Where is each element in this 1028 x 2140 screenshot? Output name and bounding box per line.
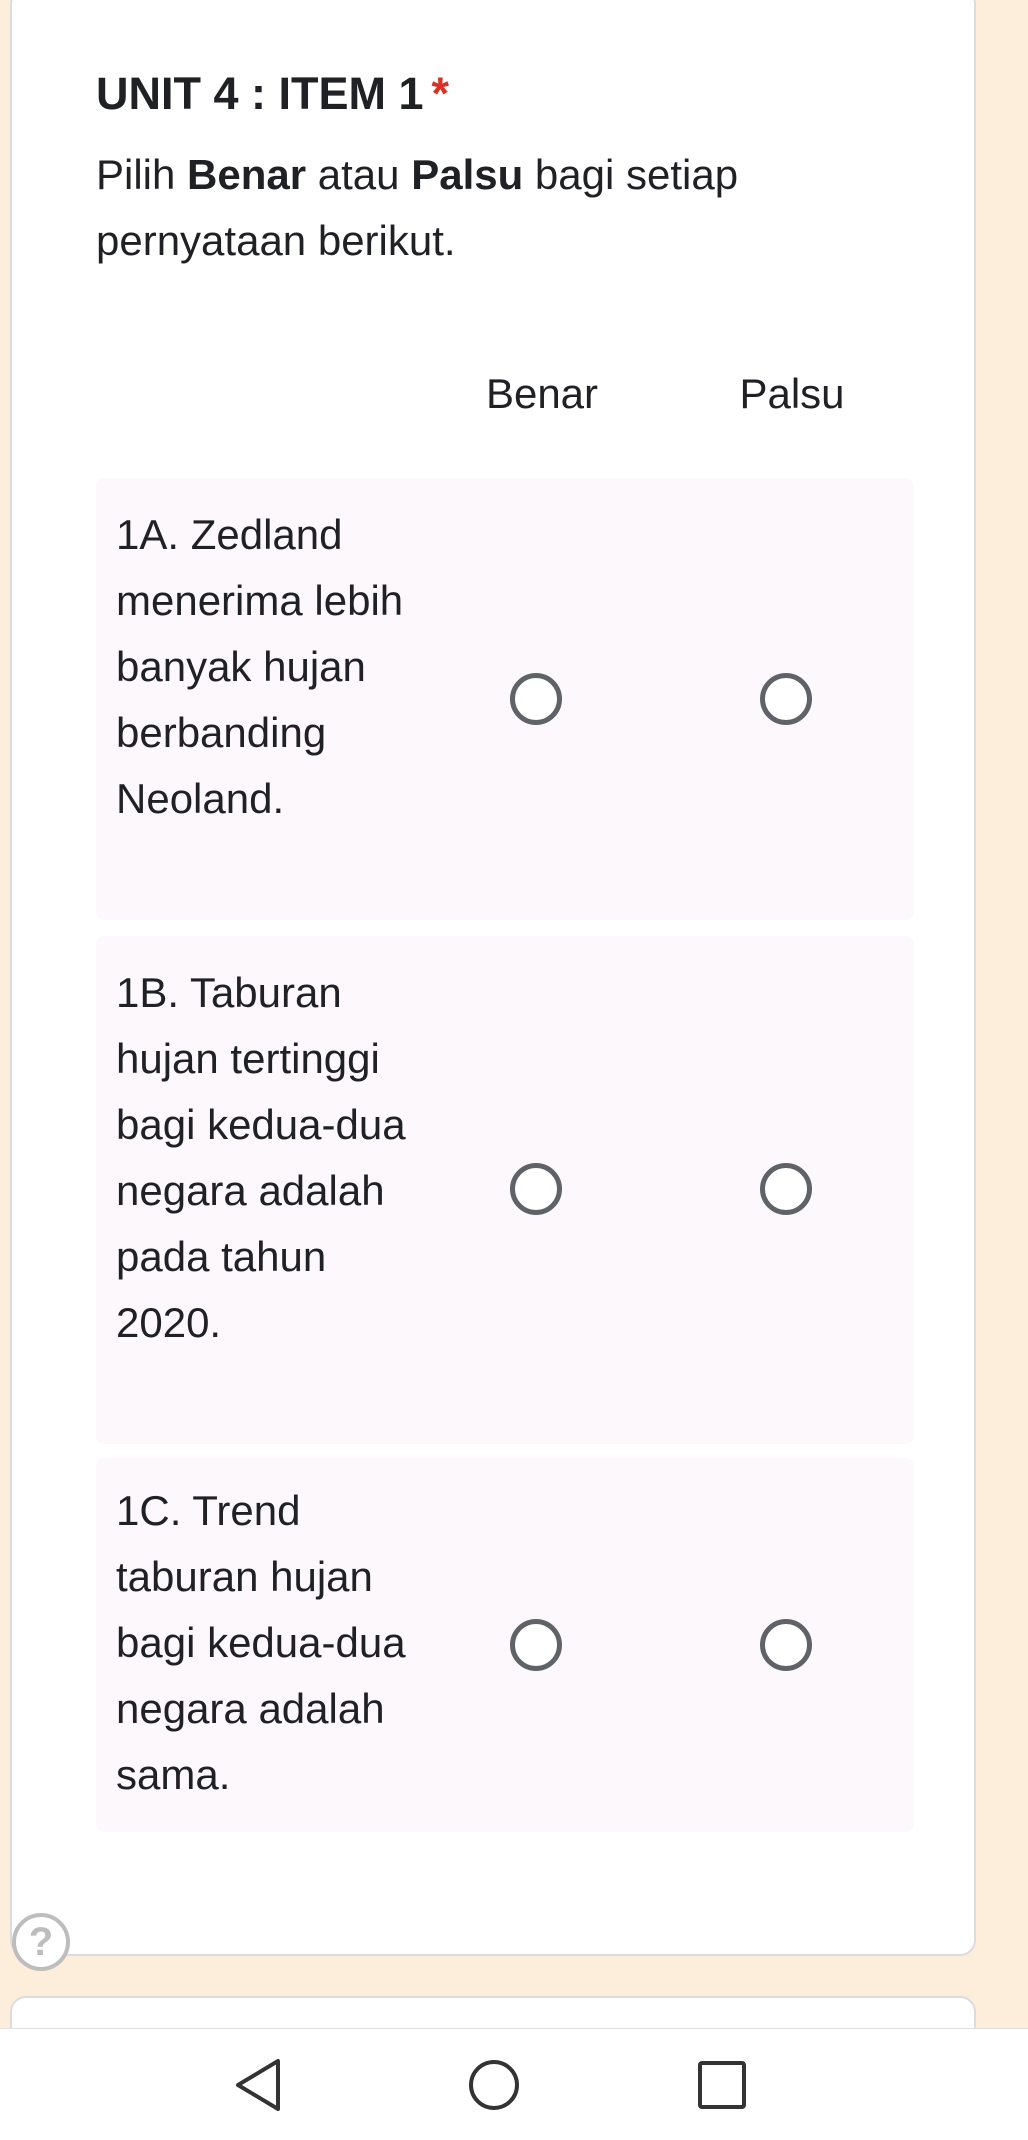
help-icon[interactable]: ? (12, 1913, 70, 1971)
radio-1c-benar[interactable] (510, 1619, 562, 1671)
radio-1c-palsu[interactable] (760, 1619, 812, 1671)
description-middle: atau (306, 151, 412, 198)
row-label-1c: 1C. Trend taburan hujan bagi kedua-dua n… (116, 1487, 406, 1798)
grid-row-1a: 1A. Zedland menerima lebih banyak hujan … (96, 478, 914, 920)
row-label-1a: 1A. Zedland menerima lebih banyak hujan … (116, 511, 404, 822)
radio-1b-benar[interactable] (510, 1163, 562, 1215)
description-prefix: Pilih (96, 151, 188, 198)
recent-square-icon[interactable] (662, 2029, 782, 2140)
grid-row-1c: 1C. Trend taburan hujan bagi kedua-dua n… (96, 1458, 914, 1832)
row-label-1b: 1B. Taburan hujan tertinggi bagi kedua-d… (116, 969, 406, 1346)
column-header-benar: Benar (485, 370, 599, 417)
question-title: UNIT 4 : ITEM 1 * (96, 68, 449, 120)
radio-1b-palsu[interactable] (760, 1163, 812, 1215)
android-navigation-bar (0, 2028, 1028, 2140)
question-title-text: UNIT 4 : ITEM 1 (96, 68, 424, 119)
radio-1a-benar[interactable] (510, 673, 562, 725)
question-card: UNIT 4 : ITEM 1 * Pilih Benar atau Palsu … (10, 0, 976, 1956)
required-asterisk: * (431, 68, 450, 119)
description-option-true: Benar (187, 151, 307, 198)
description-option-false: Palsu (411, 151, 524, 198)
back-triangle-icon[interactable] (200, 2029, 320, 2140)
home-circle-icon[interactable] (434, 2029, 554, 2140)
radio-1a-palsu[interactable] (760, 673, 812, 725)
question-description: Pilih Benar atau Palsu bagi setiap perny… (96, 142, 856, 274)
grid-row-1b: 1B. Taburan hujan tertinggi bagi kedua-d… (96, 936, 914, 1444)
column-header-palsu: Palsu (739, 370, 845, 417)
